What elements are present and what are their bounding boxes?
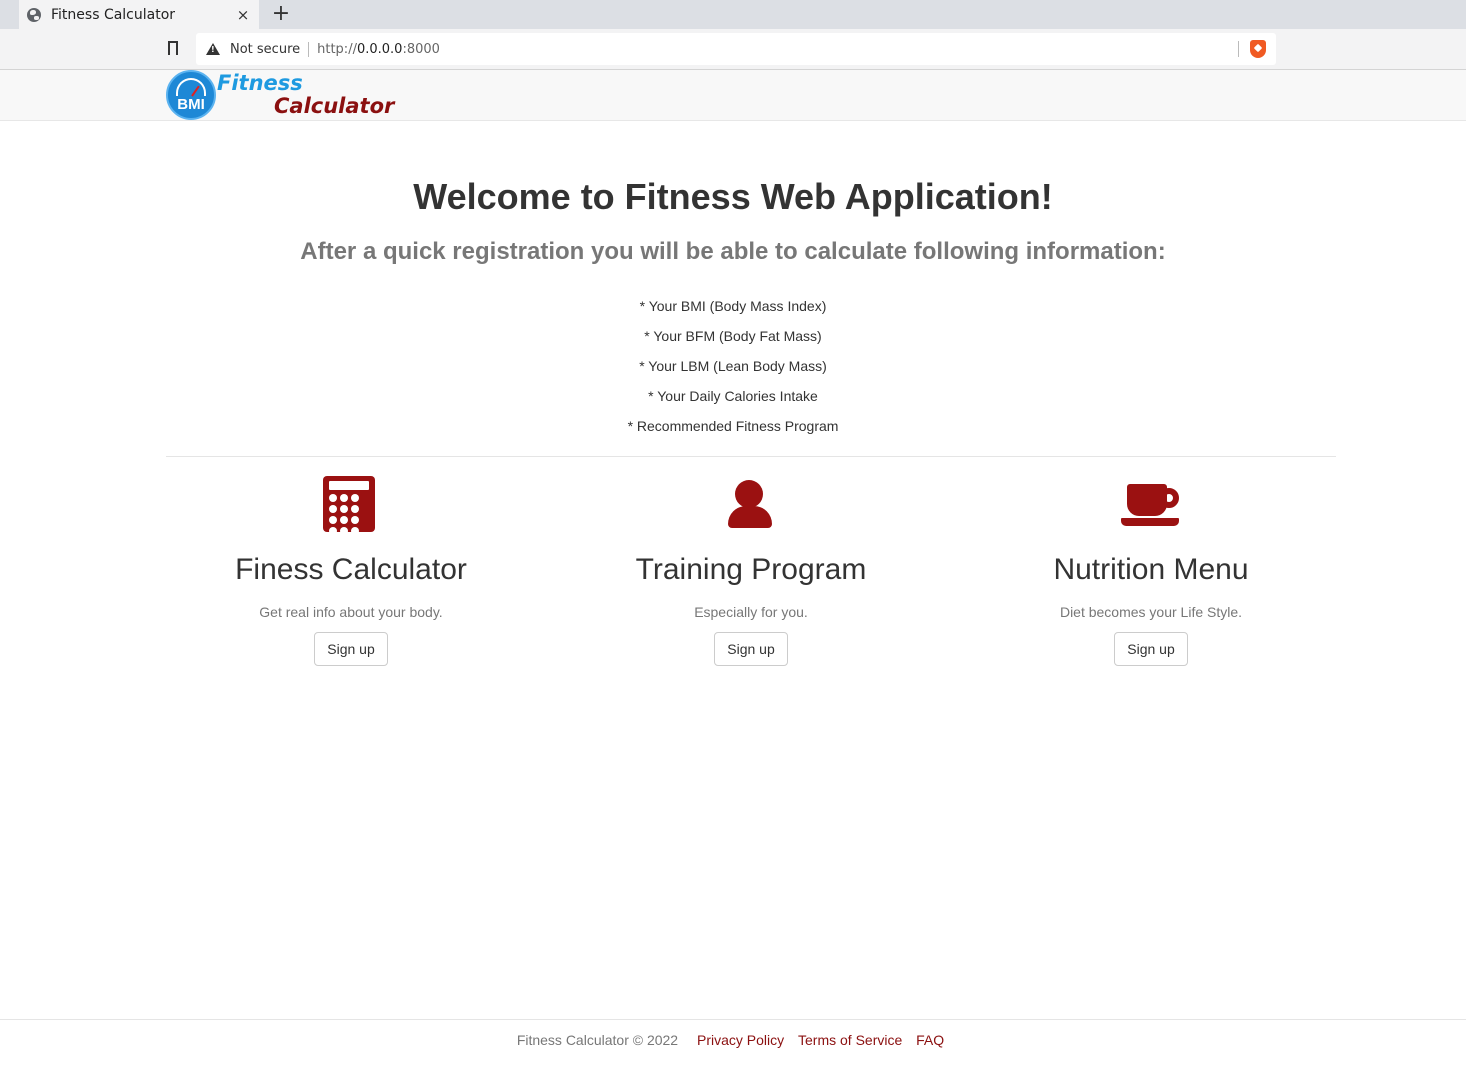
feature-item: * Your BFM (Body Fat Mass)	[644, 328, 822, 344]
feature-item: * Recommended Fitness Program	[627, 418, 839, 434]
logo-badge-text: BMI	[177, 96, 205, 113]
feature-list: * Your BMI (Body Mass Index) * Your BFM …	[0, 294, 1466, 444]
address-bar-row: Not secure http://0.0.0.0:8000	[0, 29, 1466, 70]
tab-title: Fitness Calculator	[51, 6, 176, 23]
browser-tab[interactable]: Fitness Calculator ×	[19, 0, 259, 29]
feature-item: * Your BMI (Body Mass Index)	[639, 298, 827, 314]
feature-card-training: Training Program Especially for you. Sig…	[566, 470, 936, 666]
bmi-gauge-icon: BMI	[166, 70, 216, 120]
site-footer: Fitness Calculator © 2022 Privacy Policy…	[0, 1019, 1466, 1078]
footer-link-faq[interactable]: FAQ	[916, 1032, 944, 1048]
calculator-icon	[323, 476, 375, 535]
tab-close-icon[interactable]: ×	[233, 6, 253, 24]
feature-item: * Your Daily Calories Intake	[648, 388, 818, 404]
footer-link-terms[interactable]: Terms of Service	[798, 1032, 902, 1048]
calculator-screen	[329, 481, 369, 490]
card-description: Especially for you.	[694, 604, 808, 620]
page-subtitle: After a quick registration you will be a…	[300, 238, 1166, 265]
footer-link-privacy[interactable]: Privacy Policy	[697, 1032, 784, 1048]
user-icon	[735, 480, 763, 508]
url-protocol: http://	[317, 41, 357, 57]
site-logo[interactable]: BMI Fitness Calculator	[166, 70, 406, 121]
security-label[interactable]: Not secure	[230, 41, 310, 57]
card-title: Training Program	[635, 553, 867, 586]
url-host: 0.0.0.0	[356, 41, 403, 57]
url-separator	[1238, 41, 1239, 57]
card-title: Nutrition Menu	[1053, 553, 1249, 586]
url-bar[interactable]: Not secure http://0.0.0.0:8000	[196, 33, 1276, 65]
logo-text-fitness: Fitness	[217, 71, 303, 95]
url-port: :8000	[402, 41, 440, 57]
globe-icon	[27, 7, 41, 22]
feature-card-nutrition: Nutrition Menu Diet becomes your Life St…	[966, 470, 1336, 666]
calculator-icon-wrap	[166, 470, 536, 536]
footer-copyright: Fitness Calculator © 2022	[516, 1032, 679, 1048]
user-icon-wrap	[566, 470, 936, 536]
feature-item: * Your LBM (Lean Body Mass)	[639, 358, 827, 374]
warning-icon[interactable]	[206, 43, 220, 55]
signup-button[interactable]: Sign up	[714, 632, 788, 666]
feature-card-calculator: Finess Calculator Get real info about yo…	[166, 470, 536, 666]
footer-content: Fitness Calculator © 2022 Privacy Policy…	[0, 1032, 1466, 1048]
signup-button[interactable]: Sign up	[314, 632, 388, 666]
user-icon-body	[728, 506, 772, 528]
bookmark-icon[interactable]	[168, 41, 178, 57]
card-description: Get real info about your body.	[259, 604, 443, 620]
section-divider	[166, 456, 1336, 457]
brave-shield-icon[interactable]	[1250, 40, 1266, 58]
coffee-icon-saucer	[1121, 518, 1179, 526]
card-title: Finess Calculator	[235, 553, 467, 586]
card-description: Diet becomes your Life Style.	[1059, 604, 1243, 620]
page-title: Welcome to Fitness Web Application!	[413, 176, 1053, 217]
browser-tab-bar: Fitness Calculator × +	[0, 0, 1466, 29]
calculator-keys	[329, 494, 369, 535]
site-navbar: BMI Fitness Calculator	[0, 70, 1466, 121]
logo-text-calculator: Calculator	[274, 94, 395, 118]
signup-button[interactable]: Sign up	[1114, 632, 1188, 666]
new-tab-button[interactable]: +	[270, 2, 292, 26]
coffee-icon-wrap	[966, 470, 1336, 536]
coffee-icon	[1127, 484, 1167, 516]
